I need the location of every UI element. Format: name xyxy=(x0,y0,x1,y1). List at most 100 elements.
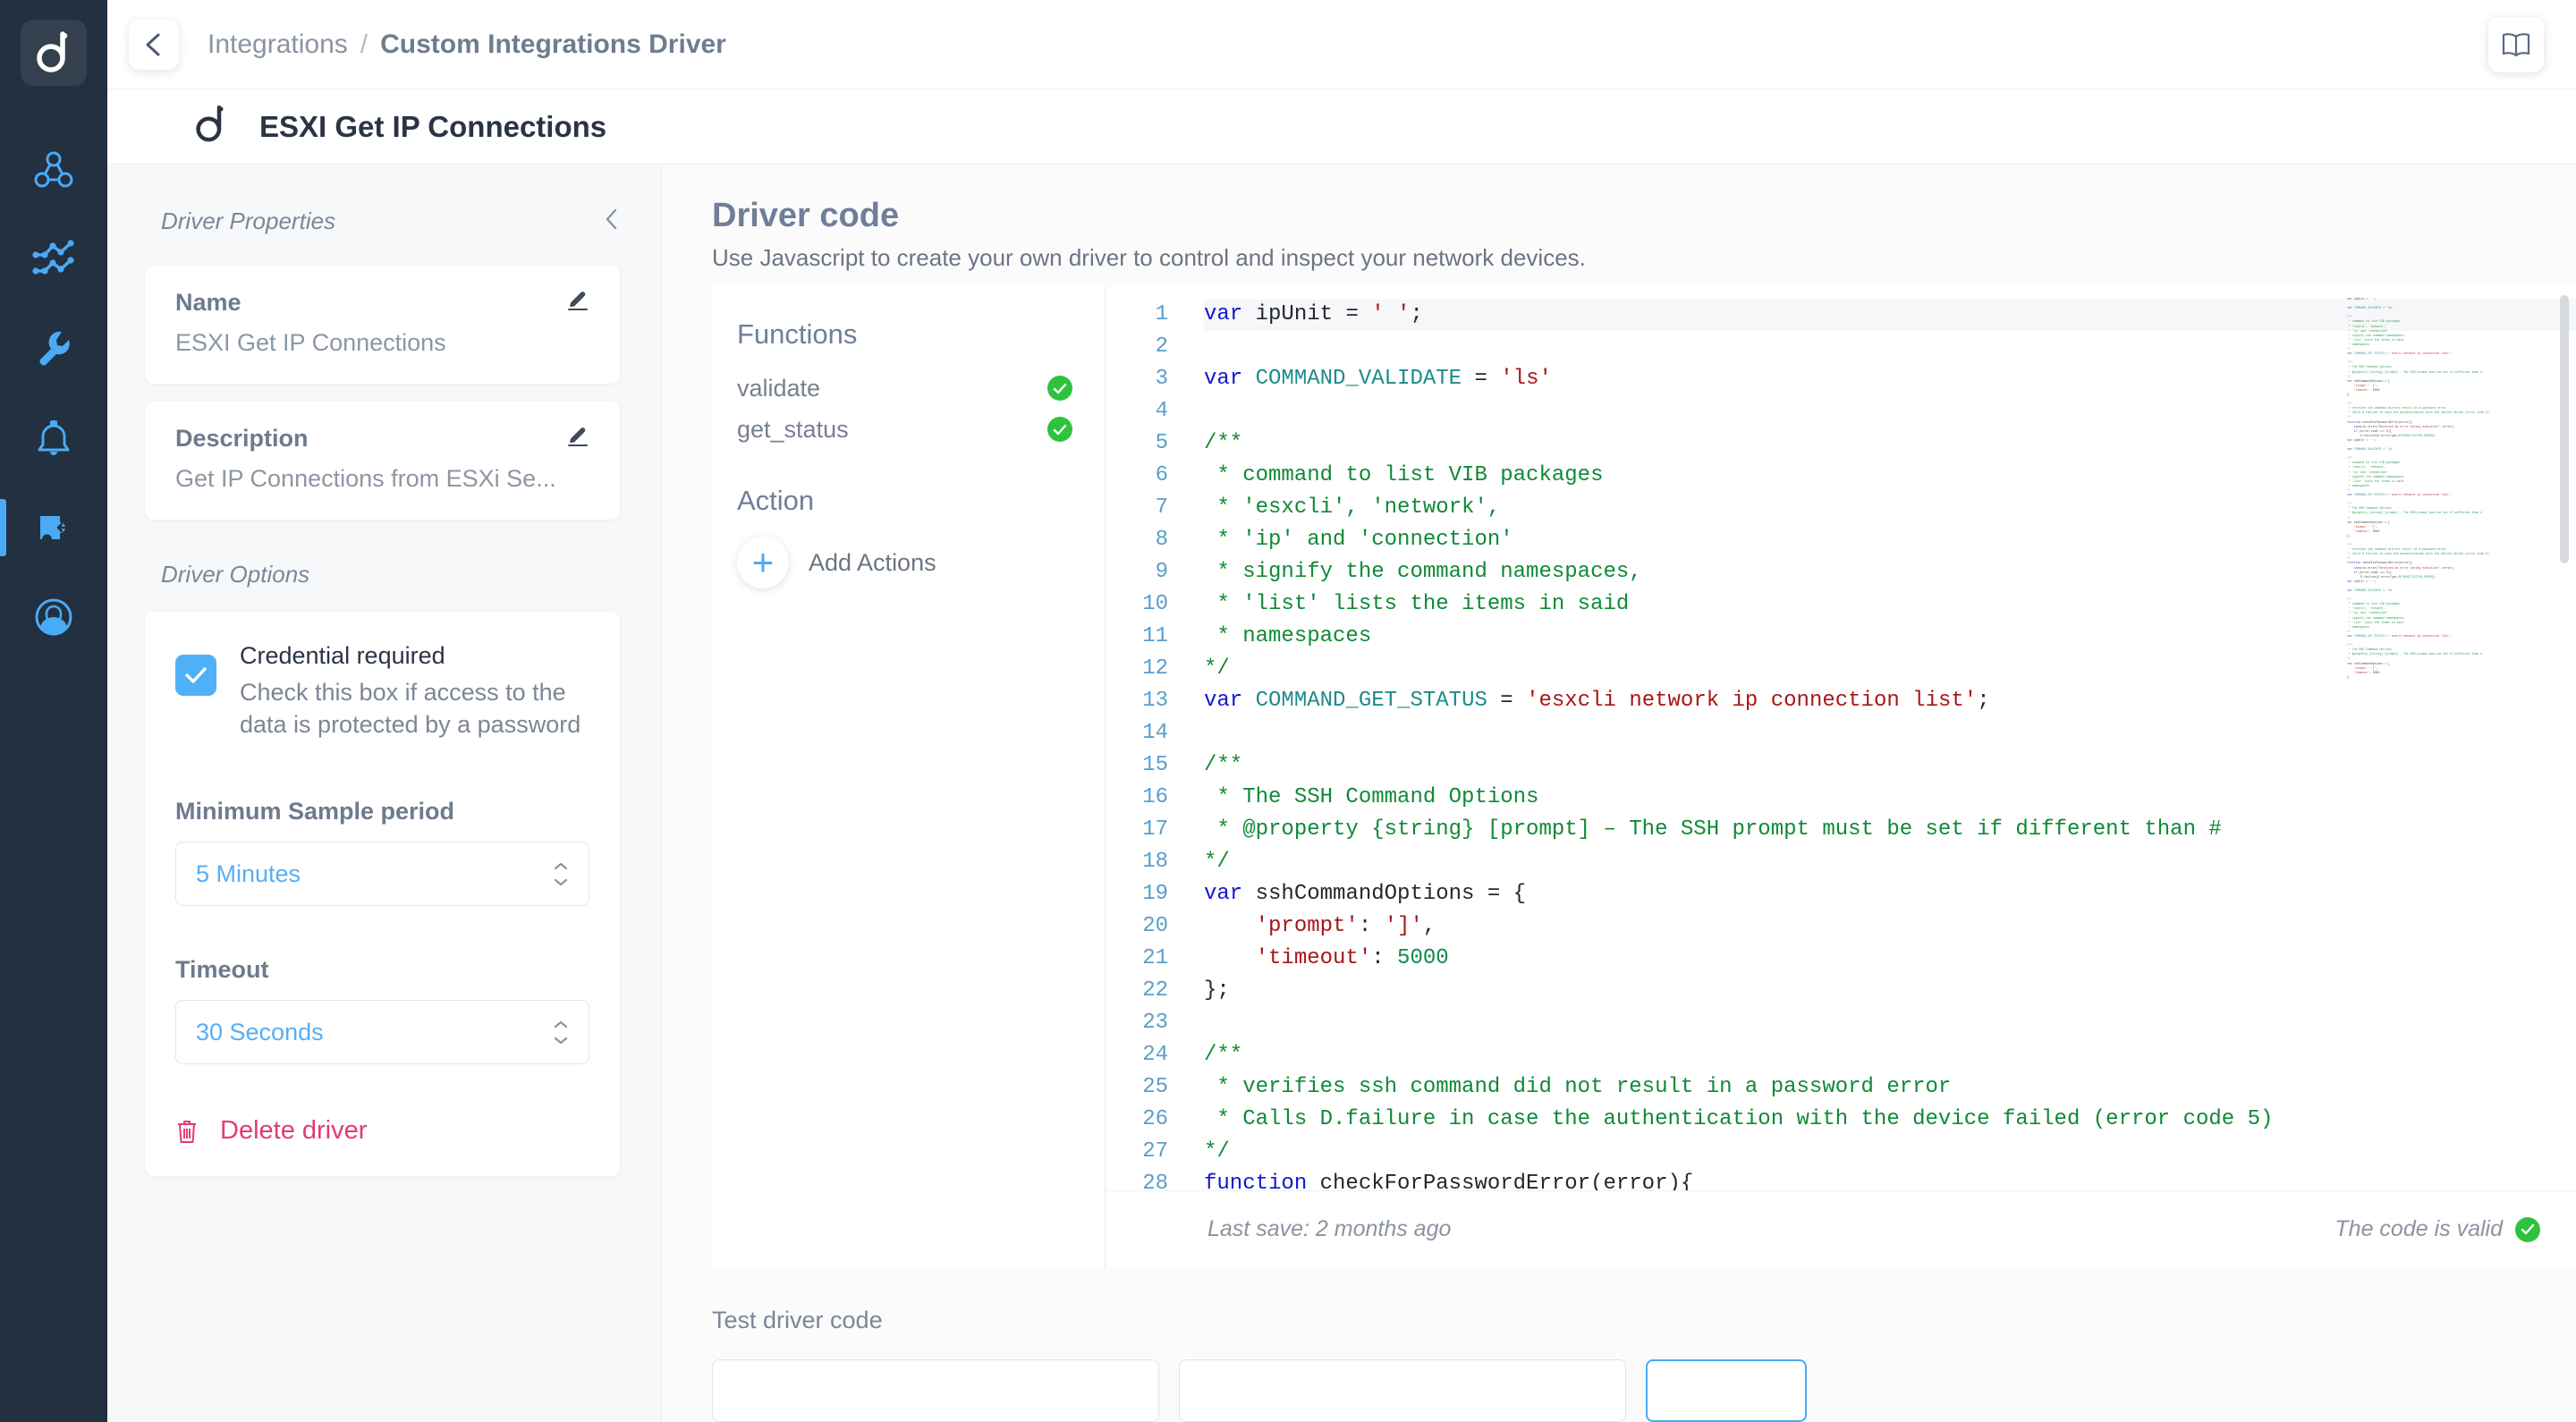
delete-driver-button[interactable]: Delete driver xyxy=(145,1088,620,1177)
stepper-icons[interactable] xyxy=(553,1020,569,1045)
documentation-button[interactable] xyxy=(2488,16,2544,72)
edit-description-button[interactable] xyxy=(566,425,589,453)
timeout-select[interactable]: 30 Seconds xyxy=(175,1000,589,1065)
test-input-one[interactable] xyxy=(712,1359,1159,1422)
book-icon xyxy=(2502,32,2530,56)
main-region: Integrations / Custom Integrations Drive… xyxy=(107,0,2576,1422)
line-numbers: 1 2 3 4 5 6 7 8 9 10 11 12 13 14 15 16 17 18 19 20 21 22 23 24 2… xyxy=(1142,302,1168,1190)
sample-period-label: Minimum Sample period xyxy=(175,798,455,825)
bell-icon xyxy=(38,420,70,455)
rail-items xyxy=(0,125,107,662)
status-badge xyxy=(1047,376,1072,401)
credential-subtitle: Check this box if access to the data is … xyxy=(240,679,581,738)
properties-header: Driver Properties xyxy=(107,207,661,235)
topology-icon xyxy=(34,151,73,188)
app-root: Integrations / Custom Integrations Drive… xyxy=(0,0,2576,1422)
chevron-up-icon xyxy=(554,862,568,869)
action-title: Action xyxy=(737,485,815,516)
name-value: ESXI Get IP Connections xyxy=(175,329,446,356)
trash-icon xyxy=(178,1120,196,1143)
chevron-left-icon xyxy=(606,208,617,230)
driver-code-section: Driver code Use Javascript to create you… xyxy=(662,165,2576,1422)
chevron-down-icon xyxy=(554,878,568,885)
sidebar-item-alarms[interactable] xyxy=(0,394,107,483)
pencil-icon xyxy=(568,292,588,310)
add-actions-button[interactable]: + Add Actions xyxy=(737,537,1072,588)
sample-period-value: 5 Minutes xyxy=(196,859,301,887)
pencil-icon xyxy=(568,427,588,446)
function-name: get_status xyxy=(737,415,849,443)
wrench-icon xyxy=(39,331,70,366)
credential-required-card: Credential required Check this box if ac… xyxy=(145,612,620,772)
test-input-two[interactable] xyxy=(1179,1359,1626,1422)
function-name: validate xyxy=(737,374,821,402)
credential-title: Credential required xyxy=(240,642,445,669)
page-title: ESXI Get IP Connections xyxy=(259,109,607,143)
top-bar: Integrations / Custom Integrations Drive… xyxy=(107,0,2576,89)
edit-name-button[interactable] xyxy=(566,289,589,317)
description-label: Description xyxy=(175,425,309,452)
check-icon xyxy=(2521,1223,2535,1235)
check-icon xyxy=(1053,383,1067,394)
code-editor[interactable]: 1 2 3 4 5 6 7 8 9 10 11 12 13 14 15 16 17 18 19 20 21 22 23 24 2… xyxy=(1106,286,2576,1190)
content-body: Driver Properties Name ESXI Get IP Conne… xyxy=(107,165,2576,1422)
sidebar-item-topology[interactable] xyxy=(0,125,107,215)
code-valid-text: The code is valid xyxy=(2334,1216,2503,1241)
driver-code-title: Driver code xyxy=(712,197,900,234)
trend-chart-icon xyxy=(32,240,74,275)
chevron-down-icon xyxy=(554,1037,568,1044)
check-icon xyxy=(1053,424,1067,435)
user-avatar-icon xyxy=(35,598,72,636)
delete-driver-label: Delete driver xyxy=(220,1116,368,1146)
add-actions-label: Add Actions xyxy=(809,548,936,576)
integrations-puzzle-icon xyxy=(40,516,69,539)
description-value: Get IP Connections from ESXi Se... xyxy=(175,465,556,492)
code-column: 1 2 3 4 5 6 7 8 9 10 11 12 13 14 15 16 17 18 19 20 21 22 23 24 2… xyxy=(1106,286,2576,1267)
run-test-button[interactable] xyxy=(1646,1359,1807,1422)
list-item[interactable]: get_status xyxy=(737,411,1072,447)
code-content[interactable]: var ipUnit = ' '; var COMMAND_VALIDATE =… xyxy=(1188,286,2576,1190)
app-logo[interactable] xyxy=(21,20,87,86)
back-button[interactable] xyxy=(129,19,179,70)
timeout-label: Timeout xyxy=(175,956,269,984)
timeout-card: Timeout 30 Seconds xyxy=(145,929,620,1088)
sidebar-item-integrations[interactable] xyxy=(0,483,107,572)
code-scrollbar[interactable] xyxy=(2560,295,2569,1181)
chevron-left-icon xyxy=(146,33,160,55)
breadcrumb: Integrations / Custom Integrations Drive… xyxy=(208,30,726,60)
timeout-value: 30 Seconds xyxy=(196,1018,324,1045)
last-save-text: Last save: 2 months ago xyxy=(1208,1216,1452,1241)
functions-title: Functions xyxy=(737,318,858,350)
credential-required-checkbox[interactable] xyxy=(175,655,216,696)
list-item[interactable]: validate xyxy=(737,370,1072,406)
sample-period-select[interactable]: 5 Minutes xyxy=(175,842,589,907)
test-controls xyxy=(712,1359,2576,1422)
driver-options-title: Driver Options xyxy=(161,561,310,588)
sidebar-item-tools[interactable] xyxy=(0,304,107,394)
check-circle-icon xyxy=(2515,1216,2540,1242)
status-badge xyxy=(1047,417,1072,442)
driver-code-header: Driver code Use Javascript to create you… xyxy=(662,165,2576,286)
dataminer-logo-icon xyxy=(37,31,68,72)
test-driver-label: Test driver code xyxy=(712,1307,883,1333)
scrollbar-thumb[interactable] xyxy=(2560,295,2569,563)
breadcrumb-parent[interactable]: Integrations xyxy=(208,30,348,60)
page-header: ESXI Get IP Connections xyxy=(107,89,2576,165)
code-validity: The code is valid xyxy=(2334,1216,2540,1242)
driver-code-subtitle: Use Javascript to create your own driver… xyxy=(712,244,1586,271)
functions-panel: Functions validate get_status Action + A… xyxy=(712,286,1106,1267)
properties-title: Driver Properties xyxy=(161,207,336,234)
editor-wrapper: Functions validate get_status Action + A… xyxy=(662,286,2576,1267)
test-driver-section: Test driver code xyxy=(662,1267,2576,1422)
name-label: Name xyxy=(175,289,242,316)
breadcrumb-current: Custom Integrations Driver xyxy=(380,29,726,59)
sidebar-item-trending[interactable] xyxy=(0,215,107,304)
chevron-up-icon xyxy=(554,1020,568,1028)
breadcrumb-separator: / xyxy=(360,29,369,59)
collapse-panel-button[interactable] xyxy=(604,207,620,235)
sidebar-item-account[interactable] xyxy=(0,572,107,662)
driver-logo xyxy=(195,105,227,148)
check-icon xyxy=(185,667,207,683)
name-card: Name ESXI Get IP Connections xyxy=(145,266,620,384)
stepper-icons[interactable] xyxy=(553,861,569,887)
